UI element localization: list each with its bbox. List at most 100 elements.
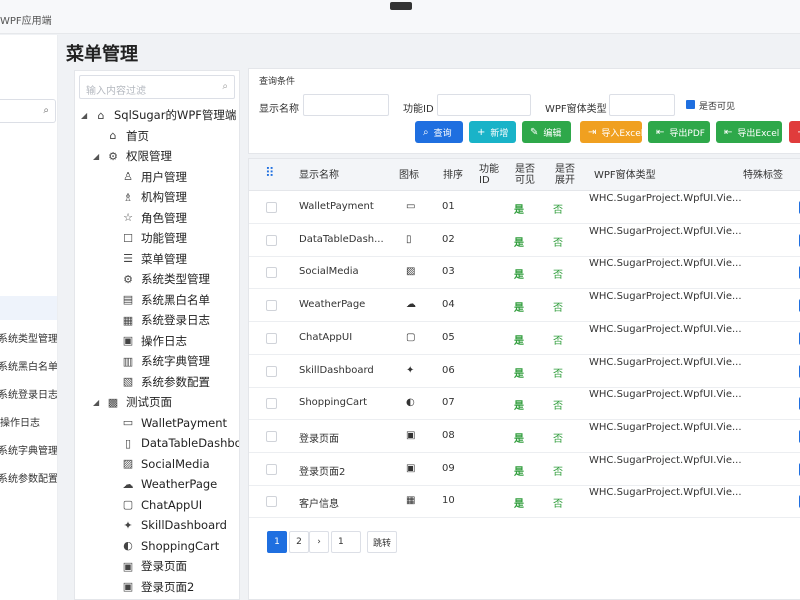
wpf-type-input[interactable] — [609, 94, 675, 116]
tree-node[interactable]: ◢ ⌂ SqlSugar的WPF管理端 — [81, 105, 236, 125]
tree-node-label: DataTableDashboa — [141, 436, 240, 450]
tree-node[interactable]: ◢ ⚙ 权限管理 — [93, 146, 172, 166]
caret-down-icon[interactable]: ◢ — [93, 152, 103, 161]
tree-node-label: 角色管理 — [141, 210, 187, 225]
left-nav-item[interactable]: 操作日志 — [0, 408, 57, 432]
export-excel-button[interactable]: ⇤ 导出Excel — [716, 121, 782, 143]
left-nav-item[interactable]: 系统参数配置 — [0, 464, 57, 488]
tree-node[interactable]: ▨ SocialMedia — [121, 454, 210, 474]
table-row[interactable]: DataTableDash... ▯ 02 是 否 WHC.SugarProject.Wp… — [249, 224, 800, 257]
row-checkbox[interactable] — [266, 365, 277, 377]
left-nav-item[interactable] — [0, 212, 57, 236]
tree-node[interactable]: ▢ ChatAppUI — [121, 495, 202, 515]
left-nav-item[interactable]: 系统黑白名单 — [0, 352, 57, 376]
header-order[interactable]: 排序 — [443, 170, 463, 181]
page-button[interactable]: 1 — [267, 531, 287, 553]
left-nav-item[interactable] — [0, 296, 57, 320]
menu-icon: ☰ — [123, 252, 133, 265]
tree-node[interactable]: ☐ 功能管理 — [121, 228, 187, 248]
tree-node[interactable]: ▤ 系统黑白名单 — [121, 290, 210, 310]
next-page-button[interactable]: › — [309, 531, 329, 553]
jump-button[interactable]: 跳转 — [367, 531, 397, 553]
tree-node[interactable]: ▯ DataTableDashboa — [121, 433, 240, 453]
header-display-name[interactable]: 显示名称 — [299, 170, 339, 181]
header-visible[interactable]: 是否 可见 — [515, 164, 535, 186]
tree-filter-input[interactable]: 输入内容过滤 ⌕ — [79, 75, 235, 99]
table-row[interactable]: SocialMedia ▨ 03 是 否 WHC.SugarProject.WpfUI.V… — [249, 256, 800, 290]
tree-node[interactable]: ▣ 操作日志 — [121, 331, 187, 351]
table-row[interactable]: SkillDashboard ✦ 06 是 否 WHC.SugarProject.WpfU… — [249, 355, 800, 388]
cell-order: 08 — [442, 429, 455, 441]
export-icon: ⇤ — [724, 126, 733, 138]
tree-node[interactable]: ▣ 登录页面 — [121, 556, 187, 576]
cell-icon: ▨ — [406, 266, 416, 278]
caret-down-icon[interactable]: ◢ — [93, 398, 103, 407]
tree-node[interactable]: ♗ 机构管理 — [121, 187, 187, 207]
table-row[interactable]: ChatAppUI ▢ 05 是 否 WHC.SugarProject.WpfUI.Vie… — [249, 322, 800, 355]
select-all-grid-icon[interactable]: ⠿ — [265, 167, 275, 180]
left-nav-item[interactable] — [0, 184, 57, 208]
left-nav-item[interactable]: 系统登录日志 — [0, 380, 57, 404]
plus-icon: + — [477, 126, 486, 138]
cell-icon: ◐ — [406, 397, 415, 409]
delete-button[interactable]: − — [789, 121, 800, 143]
row-checkbox[interactable] — [266, 463, 277, 475]
caret-down-icon[interactable]: ◢ — [81, 111, 91, 120]
tree-node[interactable]: ◢ ▩ 测试页面 — [93, 392, 172, 412]
tree-node[interactable]: ▥ 系统字典管理 — [121, 351, 210, 371]
tree-node-label: 系统字典管理 — [141, 354, 210, 368]
add-button[interactable]: + 新增 — [469, 121, 516, 143]
tree-node[interactable]: ✦ SkillDashboard — [121, 515, 227, 535]
visible-checkbox[interactable] — [686, 100, 695, 109]
export-pdf-button[interactable]: ⇤ 导出PDF — [648, 121, 710, 143]
window-titlebar: WPF应用端 — [0, 0, 800, 34]
page-button[interactable]: 2 — [289, 531, 309, 553]
row-checkbox[interactable] — [266, 398, 277, 410]
tree-node[interactable]: ▭ WalletPayment — [121, 413, 227, 433]
display-name-input[interactable] — [303, 94, 389, 116]
left-nav-item[interactable] — [0, 268, 57, 292]
menu-tree-panel: 输入内容过滤 ⌕ ◢ ⌂ SqlSugar的WPF管理端 ⌂ 首页 ◢ ⚙ 权限管理 ♙ 用户管理… — [74, 70, 240, 600]
header-icon[interactable]: 图标 — [399, 170, 419, 181]
tree-node[interactable]: ♙ 用户管理 — [121, 167, 187, 187]
table-row[interactable]: 登录页面 ▣ 08 是 否 WHC.SugarProject.WpfUI.Vie... — [249, 420, 800, 453]
tree-node[interactable]: ⚙ 系统类型管理 — [121, 269, 210, 289]
tree-node[interactable]: ⌂ 首页 — [93, 126, 150, 146]
tree-node[interactable]: ☰ 菜单管理 — [121, 249, 187, 269]
left-nav-item[interactable] — [0, 240, 57, 264]
tree-node[interactable]: ☆ 角色管理 — [121, 208, 187, 228]
table-row[interactable]: 登录页面2 ▣ 09 是 否 WHC.SugarProject.WpfUI.Vie... — [249, 453, 800, 486]
row-checkbox[interactable] — [266, 300, 277, 312]
header-expand[interactable]: 是否 展开 — [555, 164, 575, 186]
tree-node[interactable]: ▦ 系统登录日志 — [121, 310, 210, 330]
left-nav-item[interactable]: 系统字典管理 — [0, 436, 57, 460]
table-row[interactable]: WalletPayment ▭ 01 是 否 WHC.SugarProject.WpfUI… — [249, 191, 800, 224]
table-row[interactable]: 客户信息 ▦ 10 是 否 WHC.SugarProject.WpfUI.Vie... — [249, 485, 800, 519]
cell-wpf-type: WHC.SugarProject.WpfUI.Vie... — [589, 258, 742, 270]
import-excel-button[interactable]: ⇥ 导入Excel — [580, 121, 643, 143]
header-function-id[interactable]: 功能 ID — [479, 164, 499, 186]
table-row[interactable]: WeatherPage ☁ 04 是 否 WHC.SugarProject.WpfUI.V… — [249, 289, 800, 323]
row-checkbox[interactable] — [266, 332, 277, 344]
row-checkbox[interactable] — [266, 267, 277, 279]
tree-node-label: 系统登录日志 — [141, 313, 210, 327]
row-checkbox[interactable] — [266, 430, 277, 442]
nav-search-input[interactable]: ⌕ — [0, 99, 56, 123]
table-row[interactable]: ShoppingCart ◐ 07 是 否 WHC.SugarProject.WpfUI.… — [249, 387, 800, 421]
header-special-tag[interactable]: 特殊标签 — [743, 170, 783, 181]
tree-node[interactable]: ☁ WeatherPage — [121, 474, 218, 494]
edit-button[interactable]: ✎ 编辑 — [522, 121, 571, 143]
tree-node[interactable]: ▣ 登录页面2 — [121, 577, 195, 597]
row-checkbox[interactable] — [266, 202, 277, 213]
tree-node[interactable]: ▧ 系统参数配置 — [121, 372, 210, 392]
row-checkbox[interactable] — [266, 496, 277, 508]
cell-expand: 否 — [553, 205, 563, 216]
tree-node-label: 系统黑白名单 — [141, 292, 210, 307]
row-checkbox[interactable] — [266, 234, 277, 246]
tree-node[interactable]: ◐ ShoppingCart — [121, 536, 219, 556]
function-id-input[interactable] — [437, 94, 531, 116]
header-wpf-type[interactable]: WPF窗体类型 — [594, 170, 656, 181]
jump-page-input[interactable]: 1 — [331, 531, 361, 553]
search-button[interactable]: ⌕ 查询 — [415, 121, 463, 143]
left-nav-item[interactable]: 系统类型管理 — [0, 324, 57, 348]
